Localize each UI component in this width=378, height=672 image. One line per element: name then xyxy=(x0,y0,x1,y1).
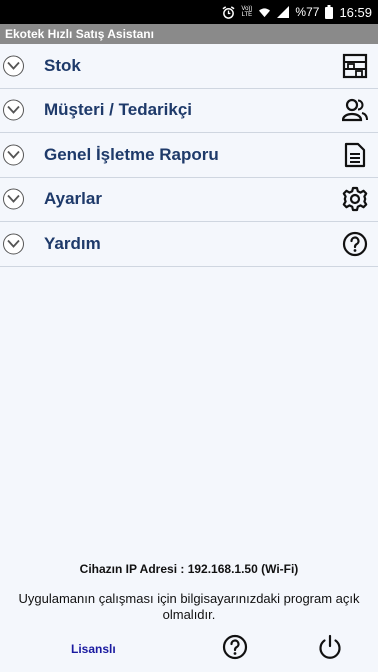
help-icon[interactable] xyxy=(222,634,248,660)
main-menu: Stok Müşteri / Tedarikçi Genel İşletme R… xyxy=(0,44,378,267)
menu-item-musteri-tedarikci[interactable]: Müşteri / Tedarikçi xyxy=(0,88,378,133)
gear-icon xyxy=(342,187,368,212)
chevron-down-icon xyxy=(3,144,24,166)
license-link[interactable]: Lisanslı xyxy=(71,642,116,656)
warehouse-shelf-icon xyxy=(342,53,368,78)
status-bar: Vo)) LTE %77 16:59 xyxy=(0,0,378,24)
app-title: Ekotek Hızlı Satış Asistanı xyxy=(5,27,154,41)
menu-item-genel-isletme-raporu[interactable]: Genel İşletme Raporu xyxy=(0,133,378,178)
cell-signal-icon xyxy=(277,6,290,18)
wifi-icon xyxy=(259,7,271,17)
chevron-down-icon xyxy=(3,99,24,121)
chevron-down-icon xyxy=(3,55,24,77)
chevron-down-icon xyxy=(3,233,24,255)
battery-percent: %77 xyxy=(295,5,320,19)
clock: 16:59 xyxy=(339,4,372,20)
menu-item-stok[interactable]: Stok xyxy=(0,44,378,89)
menu-item-label: Stok xyxy=(44,55,81,75)
power-icon[interactable] xyxy=(317,634,343,660)
menu-item-label: Genel İşletme Raporu xyxy=(44,144,219,164)
app-title-bar: Ekotek Hızlı Satış Asistanı xyxy=(0,24,378,44)
battery-icon xyxy=(325,5,334,19)
help-icon xyxy=(342,231,368,256)
menu-item-label: Yardım xyxy=(44,233,101,253)
menu-item-yardim[interactable]: Yardım xyxy=(0,222,378,267)
footer-note: Uygulamanın çalışması için bilgisayarını… xyxy=(18,591,360,622)
menu-item-label: Ayarlar xyxy=(44,189,102,209)
document-icon xyxy=(344,142,366,167)
users-icon xyxy=(342,99,368,122)
menu-item-label: Müşteri / Tedarikçi xyxy=(44,100,193,120)
menu-item-ayarlar[interactable]: Ayarlar xyxy=(0,177,378,222)
device-ip-address: Cihazın IP Adresi : 192.168.1.50 (Wi-Fi) xyxy=(79,562,299,576)
alarm-icon xyxy=(222,5,235,19)
chevron-down-icon xyxy=(3,188,24,210)
volte-indicator: Vo)) LTE xyxy=(241,6,253,18)
